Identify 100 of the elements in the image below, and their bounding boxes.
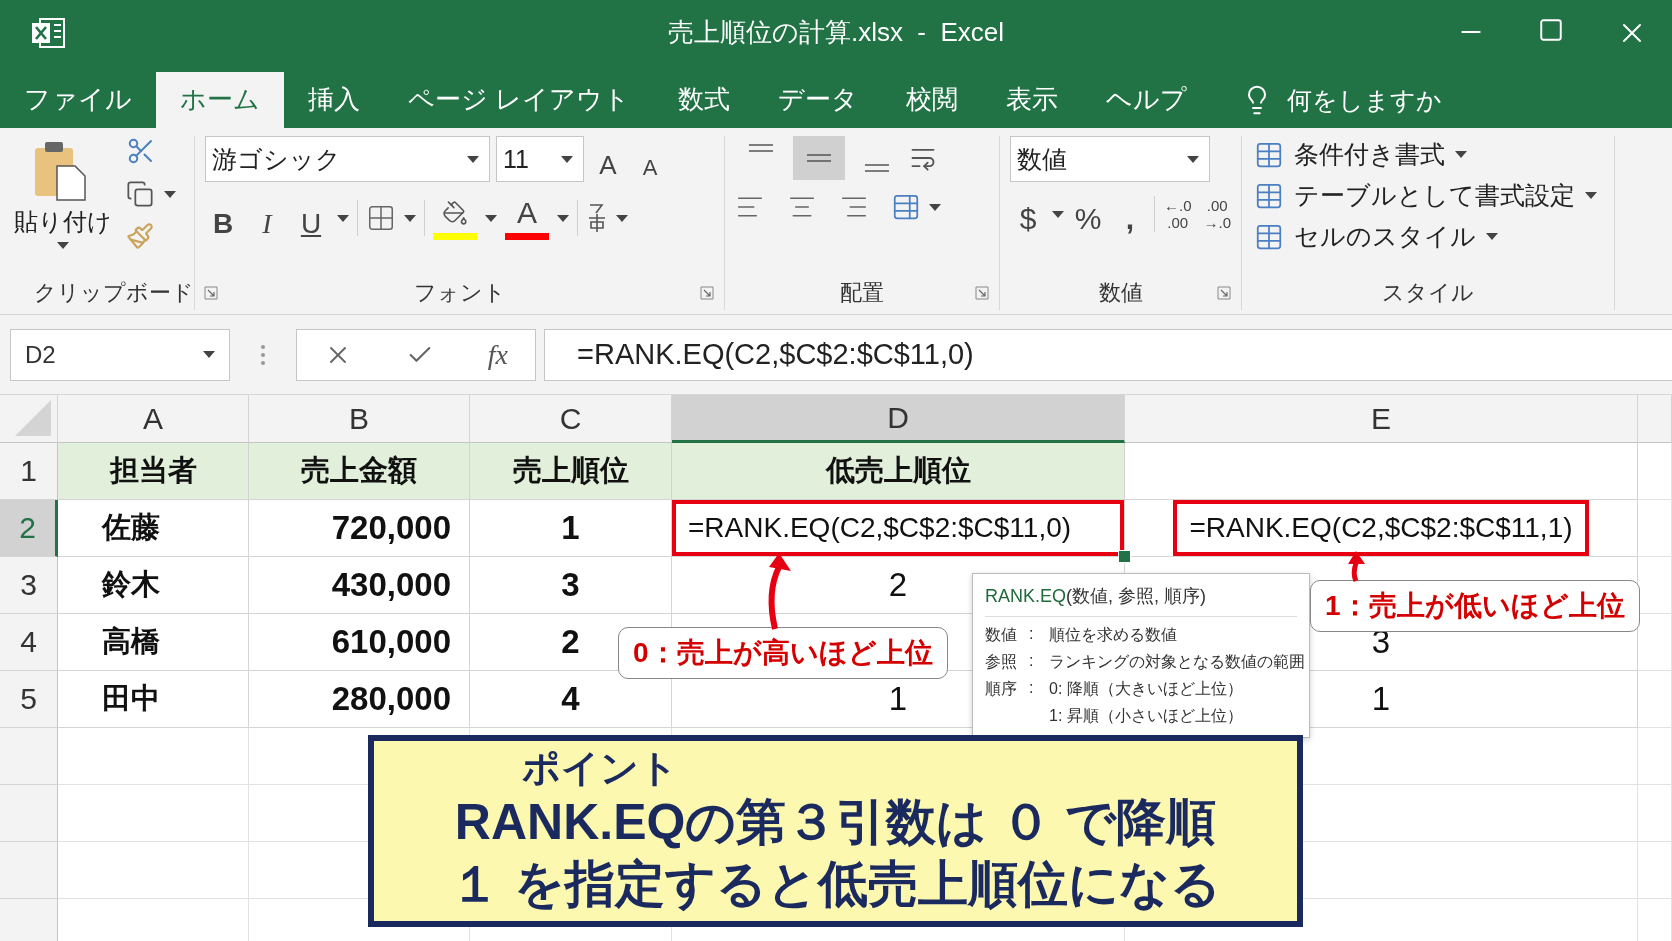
dropdown-caret-icon[interactable] <box>164 190 176 198</box>
grow-font-button[interactable]: A <box>590 137 626 181</box>
empty-cell <box>1638 728 1672 785</box>
ribbon-tab[interactable]: データ <box>754 72 883 128</box>
font-name-dropdown[interactable]: 游ゴシック <box>205 136 490 182</box>
row-header[interactable]: 3 <box>0 557 58 614</box>
excel-logo-icon <box>30 15 66 50</box>
align-lines-icon <box>806 154 832 162</box>
decimal-button[interactable]: .00 →.0 <box>1200 197 1235 231</box>
decimal-button[interactable]: ←.0 .00 <box>1161 197 1195 231</box>
bold-button[interactable]: B <box>205 196 241 240</box>
font-color-button[interactable]: A <box>505 196 549 240</box>
group-label: 配置 <box>840 279 884 307</box>
point-heading: ポイント <box>522 746 678 791</box>
dialog-launcher-icon[interactable] <box>1217 286 1231 300</box>
table-header-cell: 低売上順位 <box>672 443 1125 500</box>
empty-cell <box>1638 671 1672 728</box>
empty-cell <box>1638 842 1672 899</box>
ribbon-tab[interactable]: 挿入 <box>284 72 384 128</box>
table-cell: 3 <box>470 557 672 614</box>
group-label: クリップボード <box>34 279 194 307</box>
window-title: 売上順位の計算.xlsx - Excel <box>667 16 1005 49</box>
dropdown-caret-icon[interactable] <box>404 214 416 222</box>
dropdown-caret-icon[interactable] <box>1585 192 1597 199</box>
ribbon-tab[interactable]: ホーム <box>156 72 284 128</box>
column-header[interactable]: D <box>672 395 1125 443</box>
dialog-launcher-icon[interactable] <box>975 286 989 300</box>
style-menu-button[interactable]: テーブルとして書式設定 <box>1252 177 1577 214</box>
ribbon-tab[interactable]: 表示 <box>982 72 1083 128</box>
dropdown-caret-icon[interactable] <box>1455 151 1467 158</box>
name-box[interactable]: D2 <box>10 328 230 381</box>
point-text: １ を指定すると低売上順位になる <box>450 855 1221 914</box>
column-header[interactable]: E <box>1125 395 1638 443</box>
column-header[interactable]: C <box>470 395 672 443</box>
align-lines-icon <box>864 164 890 172</box>
drag-handle-icon[interactable] <box>260 343 266 366</box>
empty-cell <box>1638 500 1672 557</box>
dropdown-caret-icon[interactable] <box>557 214 569 222</box>
row-header[interactable]: 1 <box>0 443 58 500</box>
table-cell: 鈴木 <box>58 557 249 614</box>
underline-button[interactable]: U <box>293 196 329 240</box>
align-lines-icon <box>748 144 774 152</box>
paste-button[interactable]: 貼り付け <box>10 136 116 276</box>
formula-field[interactable]: =RANK.EQ(C2,$C$2:$C$11,0) <box>544 328 1672 381</box>
dialog-launcher-icon[interactable] <box>204 286 218 300</box>
tell-me-field[interactable]: 何をしますか <box>1285 84 1486 116</box>
highlighted-formula: =RANK.EQ(C2,$C$2:$C$11,1) <box>1173 500 1589 556</box>
dropdown-caret-icon[interactable] <box>1052 210 1064 218</box>
dropdown-caret-icon[interactable] <box>57 242 69 249</box>
corner-triangle-icon <box>13 398 53 438</box>
column-header[interactable]: B <box>249 395 470 443</box>
dropdown-caret-icon[interactable] <box>929 203 941 211</box>
dropdown-caret-icon[interactable] <box>337 214 349 222</box>
comma-button[interactable]: , <box>1112 192 1148 236</box>
ribbon-tab[interactable]: ファイル <box>0 72 156 128</box>
table-cell: 610,000 <box>249 614 470 671</box>
dropdown-caret-icon[interactable] <box>485 214 497 222</box>
merge-cells-icon[interactable] <box>891 192 921 222</box>
borders-icon[interactable] <box>366 203 396 233</box>
table-header-cell: 売上順位 <box>470 443 672 500</box>
insert-function-button[interactable]: fx <box>487 338 508 371</box>
table-cell: 佐藤 <box>58 500 249 557</box>
arrow <box>1348 551 1365 582</box>
percent-button[interactable]: % <box>1070 192 1106 236</box>
argument-separator: : <box>1029 652 1035 671</box>
paint-bucket-icon <box>442 199 468 226</box>
currency-button[interactable]: $ <box>1010 192 1046 236</box>
table-cell: 田中 <box>58 671 249 728</box>
shrink-font-button[interactable]: A <box>632 137 668 181</box>
callout-label: 0：売上が高いほど上位 <box>618 627 948 679</box>
row-header[interactable]: 2 <box>0 500 58 557</box>
maximize-icon[interactable] <box>1538 16 1564 43</box>
row-header[interactable]: 4 <box>0 614 58 671</box>
row-header[interactable]: 5 <box>0 671 58 728</box>
fill-handle[interactable] <box>1118 550 1131 563</box>
column-header[interactable]: A <box>58 395 249 443</box>
group-label: スタイル <box>1382 279 1474 307</box>
table-cell: 720,000 <box>249 500 470 557</box>
table-header-cell: 売上金額 <box>249 443 470 500</box>
highlighted-formula: =RANK.EQ(C2,$C$2:$C$11,0) <box>672 500 1124 556</box>
argument-name: 数値 <box>985 625 1018 645</box>
style-menu-button[interactable]: セルのスタイル <box>1252 218 1478 255</box>
dialog-launcher-icon[interactable] <box>700 286 714 300</box>
ribbon-tab[interactable]: ヘルプ <box>1082 72 1212 128</box>
ribbon-tab[interactable]: 数式 <box>654 72 755 128</box>
ribbon-tab[interactable]: 校閲 <box>882 72 983 128</box>
phonetic-guide-icon[interactable] <box>586 202 608 234</box>
number-format-dropdown[interactable]: 数値 <box>1010 136 1210 182</box>
dropdown-caret-icon[interactable] <box>1486 233 1498 240</box>
italic-button[interactable]: I <box>249 196 285 240</box>
callout-label: 1：売上が低いほど上位 <box>1310 580 1640 632</box>
ribbon-tab[interactable]: ページ レイアウト <box>384 72 655 128</box>
vertical-align-button[interactable] <box>793 136 845 180</box>
font-size-dropdown[interactable]: 11 <box>496 136 584 182</box>
empty-cell <box>1638 785 1672 842</box>
point-text: RANK.EQの第３引数は ０ で降順 <box>454 793 1217 852</box>
copy-icon[interactable] <box>126 180 154 208</box>
dropdown-caret-icon[interactable] <box>616 214 628 222</box>
argument-separator: : <box>1029 679 1035 698</box>
style-menu-button[interactable]: 条件付き書式 <box>1252 136 1447 173</box>
